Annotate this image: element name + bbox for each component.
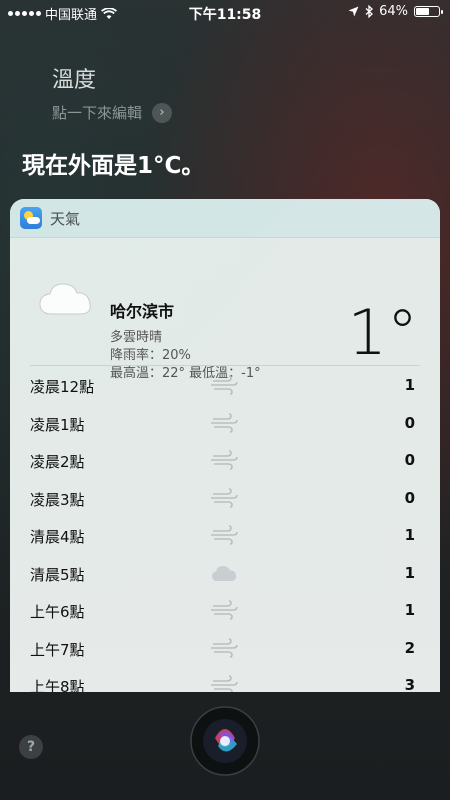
hour-label: 凌晨1點: [30, 415, 85, 434]
status-bar: 中国联通 下午11:58 64%: [0, 0, 450, 24]
hourly-row: 清晨5點 1: [10, 555, 440, 593]
hour-value: 2: [404, 638, 415, 657]
wind-icon: [210, 600, 238, 620]
cloud-icon: [39, 283, 91, 315]
help-button[interactable]: ?: [19, 735, 43, 759]
hourly-forecast-list[interactable]: 凌晨12點 1 凌晨1點 0 凌晨2點 0 凌晨3點 0 清晨4點 1 清晨5點 1 上午6…: [10, 367, 440, 692]
wind-icon: [210, 525, 238, 545]
hourly-row: 清晨4點 1: [10, 517, 440, 555]
status-right: 64%: [348, 4, 443, 19]
hourly-row: 凌晨1點 0: [10, 405, 440, 443]
bluetooth-icon: [365, 5, 374, 18]
hour-label: 上午8點: [30, 678, 85, 692]
rain-chance: 降雨率：20%: [110, 348, 191, 363]
battery-percent: 64%: [379, 4, 408, 19]
city-name: 哈尔滨市: [110, 302, 175, 321]
divider: [30, 365, 420, 366]
card-header[interactable]: 天氣: [10, 199, 440, 238]
hour-label: 凌晨12點: [30, 378, 95, 396]
hour-label: 上午7點: [30, 640, 85, 659]
hour-value: 0: [404, 488, 415, 507]
hourly-row: 凌晨2點 0: [10, 442, 440, 480]
wind-icon: [210, 375, 238, 395]
weather-summary: 哈尔滨市 多雲時晴 降雨率：20% 最高溫：22° 最低溫：-1° 1°: [10, 238, 440, 381]
hourly-row: 上午6點 1: [10, 592, 440, 630]
battery-icon: [414, 6, 443, 17]
siri-answer: 現在外面是1°C。: [22, 153, 205, 179]
edit-hint-label: 點一下來編輯: [52, 104, 143, 122]
hour-value: 1: [404, 376, 415, 394]
hour-label: 凌晨2點: [30, 453, 85, 471]
hourly-row: 凌晨12點 1: [10, 367, 440, 405]
wind-icon: [210, 675, 238, 692]
wind-icon: [210, 637, 238, 658]
hour-value: 3: [404, 676, 415, 692]
hour-value: 1: [404, 526, 415, 544]
hour-label: 清晨4點: [30, 528, 85, 546]
weather-app-icon: [20, 207, 42, 229]
weather-card[interactable]: 天氣 哈尔滨市 多雲時晴 降雨率：20% 最高溫：22° 最低溫：-1° 1° …: [10, 199, 440, 692]
wind-icon: [210, 450, 238, 470]
condition-text: 多雲時晴: [110, 330, 163, 345]
hourly-row: 上午8點 3: [10, 667, 440, 692]
hourly-row: 上午7點 2: [10, 630, 440, 668]
cloud-icon: [210, 563, 238, 583]
current-temperature: 1°: [347, 296, 418, 369]
hour-value: 0: [404, 413, 415, 432]
hourly-row: 凌晨3點 0: [10, 480, 440, 518]
wind-icon: [210, 412, 238, 433]
location-icon: [348, 6, 359, 17]
app-name: 天氣: [50, 209, 81, 228]
chevron-right-icon: ›: [152, 102, 173, 123]
hour-value: 0: [404, 451, 415, 469]
hour-label: 凌晨3點: [30, 490, 85, 509]
edit-hint[interactable]: 點一下來編輯 ›: [52, 102, 173, 123]
wind-icon: [210, 487, 238, 508]
hour-value: 1: [404, 563, 415, 582]
hour-value: 1: [404, 601, 415, 619]
hour-label: 清晨5點: [30, 565, 85, 584]
siri-button[interactable]: [190, 706, 260, 776]
hour-label: 上午6點: [30, 603, 85, 621]
siri-query-text[interactable]: 溫度: [52, 62, 96, 94]
